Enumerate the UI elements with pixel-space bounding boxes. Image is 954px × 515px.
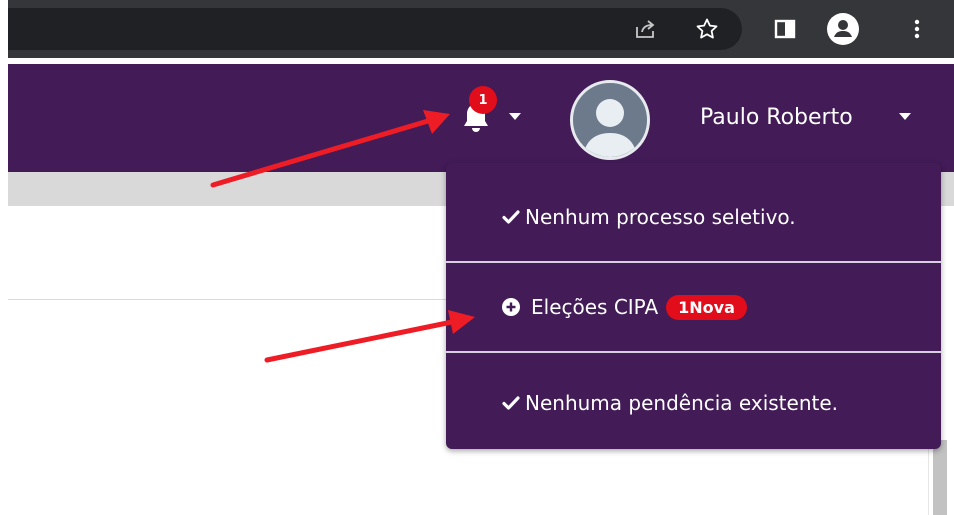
notifications-dropdown: Nenhum processo seletivo. Eleções CIPA 1…: [446, 163, 941, 449]
scrollbar-thumb[interactable]: [933, 440, 947, 515]
dropdown-item-pendencias[interactable]: Nenhuma pendência existente.: [446, 359, 941, 447]
dropdown-item-eleicoes-cipa[interactable]: Eleções CIPA 1Nova: [446, 263, 941, 351]
check-icon: [502, 396, 520, 410]
new-badge: 1Nova: [666, 294, 747, 320]
divider: [8, 299, 448, 300]
browser-toolbar: [0, 0, 954, 58]
dropdown-item-label: Nenhum processo seletivo.: [525, 205, 796, 229]
user-name[interactable]: Paulo Roberto: [700, 100, 853, 136]
dropdown-item-label: Nenhuma pendência existente.: [525, 391, 838, 415]
plus-circle-icon: [502, 298, 520, 316]
star-icon[interactable]: [690, 12, 724, 46]
dropdown-divider: [446, 351, 941, 353]
user-menu-caret-icon[interactable]: [899, 113, 911, 120]
share-icon[interactable]: [628, 12, 662, 46]
avatar[interactable]: [570, 80, 650, 160]
kebab-menu-icon[interactable]: [900, 12, 934, 46]
page-edge: [0, 0, 8, 515]
dropdown-item-label: Eleções CIPA: [531, 295, 659, 319]
notification-count-badge: 1: [469, 86, 497, 114]
check-icon: [502, 210, 520, 224]
user-silhouette-icon: [583, 99, 637, 157]
side-panel-icon[interactable]: [768, 12, 802, 46]
dropdown-item-processo-seletivo[interactable]: Nenhum processo seletivo.: [446, 173, 941, 261]
profile-icon[interactable]: [826, 12, 860, 46]
notifications-caret-icon[interactable]: [509, 113, 521, 120]
